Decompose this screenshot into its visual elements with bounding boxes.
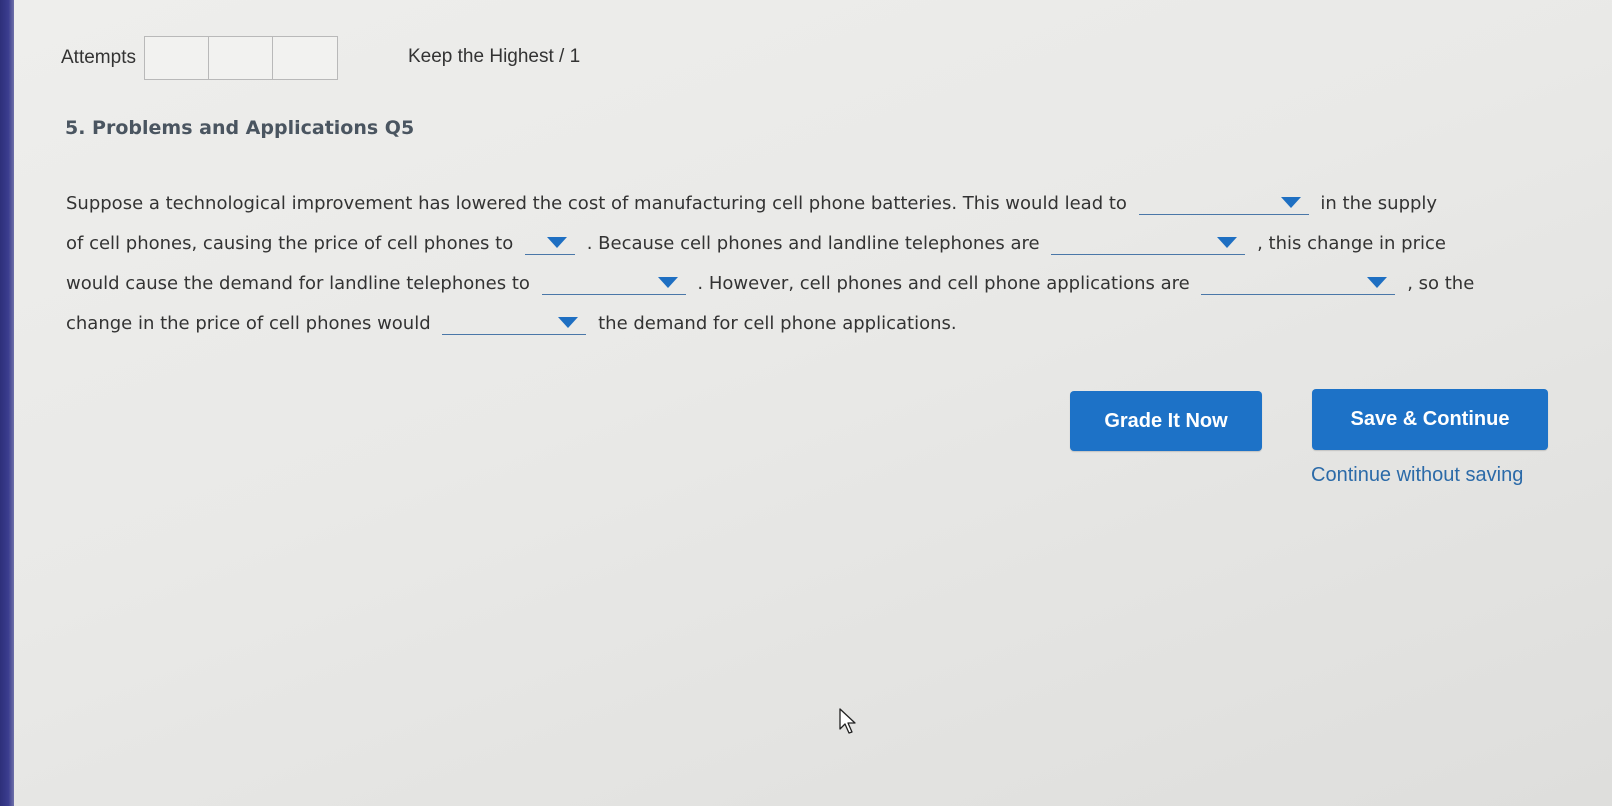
attempt-slot-1 [145,37,209,79]
apps-relationship-dropdown[interactable] [1201,268,1396,295]
attempt-indicator [143,36,338,80]
landline-relationship-dropdown[interactable] [1051,228,1246,255]
attempt-slot-3 [273,37,337,79]
caret-down-icon [1280,197,1301,208]
question-segment: . However, cell phones and cell phone ap… [697,273,1190,294]
attempts-label: Attempts [61,47,136,68]
question-title: 5. Problems and Applications Q5 [65,117,415,139]
question-segment: , this change in price [1257,233,1446,254]
question-text: Suppose a technological improvement has … [66,188,1566,348]
question-segment: . Because cell phones and landline telep… [586,233,1040,254]
question-segment: Suppose a technological improvement has … [66,193,1127,214]
question-line-4: change in the price of cell phones would… [66,308,1566,348]
landline-demand-dropdown[interactable] [541,268,686,295]
question-segment: of cell phones, causing the price of cel… [66,233,514,254]
attempt-slot-2 [209,37,273,79]
caret-down-icon [546,237,567,248]
question-segment: , so the [1407,273,1475,294]
question-line-3: would cause the demand for landline tele… [66,268,1566,308]
price-change-dropdown[interactable] [524,228,575,255]
keep-highest-label: Keep the Highest / 1 [408,46,581,67]
question-segment: would cause the demand for landline tele… [66,273,530,294]
supply-change-dropdown[interactable] [1138,188,1309,215]
apps-demand-dropdown[interactable] [442,308,587,335]
mouse-pointer-icon [839,708,859,740]
caret-down-icon [657,277,678,288]
caret-down-icon [1367,277,1388,288]
grade-it-now-button[interactable]: Grade It Now [1070,391,1262,451]
save-continue-button[interactable]: Save & Continue [1312,389,1548,450]
question-line-1: Suppose a technological improvement has … [66,188,1566,228]
question-segment: change in the price of cell phones would [66,313,431,334]
screen-left-edge [0,0,14,806]
caret-down-icon [1217,237,1238,248]
attempts-row: Attempts [61,36,338,80]
question-line-2: of cell phones, causing the price of cel… [66,228,1566,268]
continue-without-saving-link[interactable]: Continue without saving [1311,464,1523,487]
question-segment: the demand for cell phone applications. [598,313,957,334]
question-segment: in the supply [1320,193,1438,214]
caret-down-icon [558,317,579,328]
